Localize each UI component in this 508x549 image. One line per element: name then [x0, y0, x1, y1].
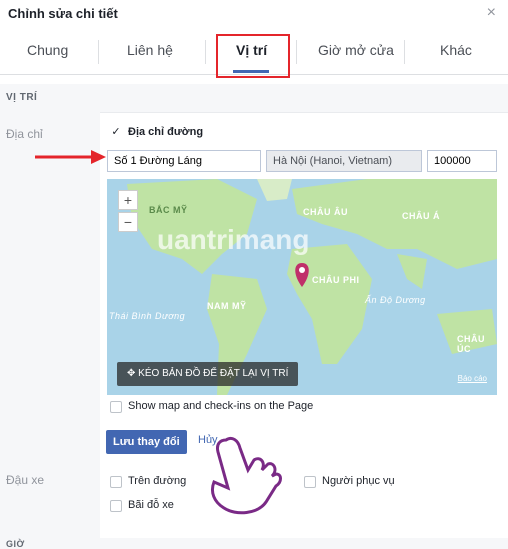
parking-valet-checkbox[interactable] [304, 476, 316, 488]
report-link[interactable]: Báo cáo [458, 374, 487, 383]
map-label-north-america: BẮC MỸ [149, 205, 188, 215]
section-header-location: VỊ TRÍ [6, 92, 38, 103]
tab-divider [296, 40, 297, 64]
map-label-asia: CHÂU Á [402, 211, 440, 221]
hours-section-bar [0, 538, 508, 549]
move-icon: ✥ [127, 368, 136, 379]
street-input[interactable] [107, 150, 261, 172]
dialog-title: Chỉnh sửa chi tiết [8, 6, 118, 21]
zip-input[interactable] [427, 150, 497, 172]
city-input[interactable] [266, 150, 422, 172]
show-map-checkbox[interactable] [110, 401, 122, 413]
map-label-africa: CHÂU PHI [312, 275, 360, 285]
hand-cursor-icon [210, 436, 282, 515]
drag-map-label: KÉO BẢN ĐỒ ĐỂ ĐẶT LẠI VỊ TRÍ [138, 368, 289, 379]
tab-hours[interactable]: Giờ mở cửa [318, 42, 394, 58]
tab-contact[interactable]: Liên hệ [127, 42, 173, 58]
parking-lot-label: Bãi đỗ xe [128, 499, 174, 511]
map-label-south-america: NAM MỸ [207, 301, 247, 311]
zoom-out-button[interactable]: − [118, 212, 138, 232]
street-address-checkbox[interactable]: ✓ [110, 126, 122, 138]
tab-other[interactable]: Khác [440, 42, 472, 58]
address-label: Địa chỉ [6, 127, 43, 141]
show-map-label: Show map and check-ins on the Page [128, 400, 314, 412]
tab-general[interactable]: Chung [27, 42, 68, 58]
parking-street-checkbox[interactable] [110, 476, 122, 488]
save-button[interactable]: Lưu thay đổi [106, 430, 187, 454]
parking-lot-checkbox[interactable] [110, 500, 122, 512]
tab-divider [205, 40, 206, 64]
section-bar [0, 84, 508, 113]
map-label-europe: CHÂU ÂU [303, 207, 348, 217]
close-icon[interactable]: × [487, 4, 496, 22]
map-label-pacific-ocean: Thái Bình Dương [109, 311, 186, 321]
parking-valet-label: Người phục vụ [322, 475, 395, 487]
watermark-logo: uantrimang [157, 224, 310, 255]
section-header-hours: GIỜ [6, 539, 25, 549]
parking-label: Đậu xe [6, 473, 45, 487]
tab-divider [98, 40, 99, 64]
tab-highlight-box [216, 34, 290, 78]
zoom-in-button[interactable]: + [118, 190, 138, 210]
map-label-indian-ocean: Ấn Độ Dương [365, 295, 426, 305]
arrow-annotation-icon [35, 150, 106, 164]
location-map[interactable]: + − BẮC MỸ CHÂU ÂU CHÂU Á CHÂU PHI NAM M… [107, 179, 497, 395]
checkmark-icon: ✓ [111, 126, 121, 138]
street-address-label: Địa chỉ đường [128, 126, 204, 138]
tab-divider [404, 40, 405, 64]
drag-map-reset-button[interactable]: ✥ KÉO BẢN ĐỒ ĐỂ ĐẶT LẠI VỊ TRÍ [117, 362, 299, 386]
map-label-australia: CHÂU ÚC [457, 334, 485, 354]
parking-street-label: Trên đường [128, 475, 187, 487]
